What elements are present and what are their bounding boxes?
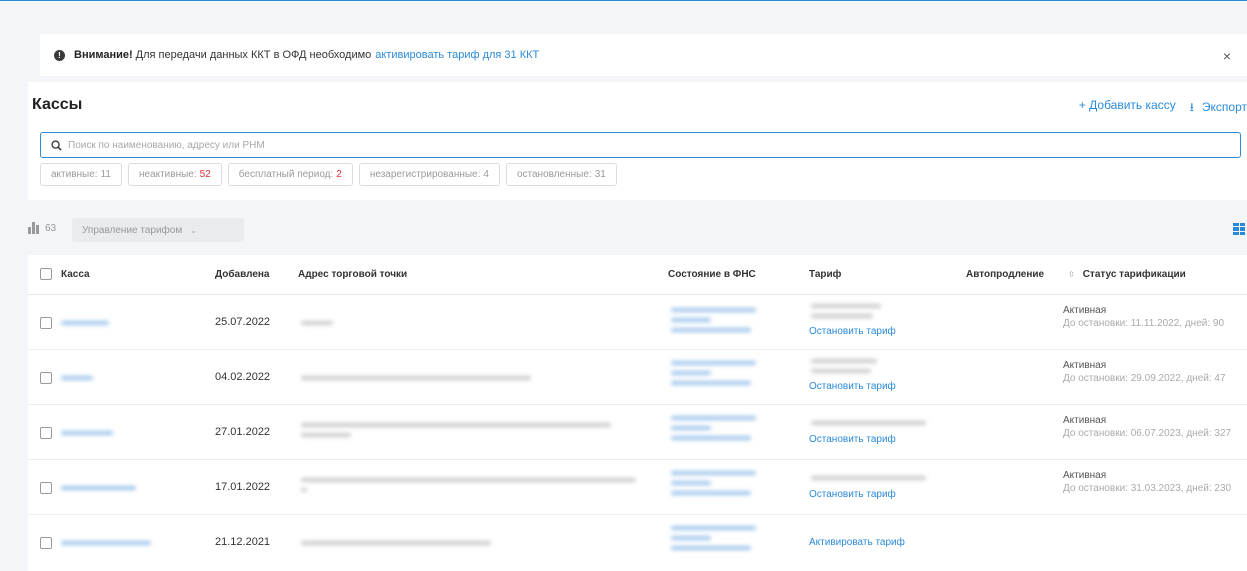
address xyxy=(301,423,621,437)
table-row: 27.01.2022 Остановить тариф Активная До … xyxy=(28,405,1247,460)
table-row: 25.07.2022 Остановить тариф Активная До … xyxy=(28,295,1247,350)
fns-status-link[interactable] xyxy=(671,526,756,550)
billing-status: Активная До остановки: 06.07.2023, дней:… xyxy=(1063,415,1232,439)
row-checkbox[interactable] xyxy=(40,317,52,329)
registers-table: Касса Добавлена Адрес торговой точки Сос… xyxy=(28,255,1247,571)
page-title: Кассы xyxy=(32,96,83,113)
activate-tariff-link[interactable]: Активировать тариф xyxy=(809,537,905,548)
filter-active[interactable]: активные: 11 xyxy=(40,163,122,186)
table-row: 04.02.2022 Остановить тариф Активная До … xyxy=(28,350,1247,405)
col-tariff[interactable]: Тариф xyxy=(809,269,841,280)
sort-icon: ⇳ xyxy=(1068,270,1075,279)
warning-icon: ! xyxy=(54,49,65,61)
register-name-link[interactable] xyxy=(61,541,151,545)
table-row: 17.01.2022 Остановить тариф Активная До … xyxy=(28,460,1247,515)
fns-status-link[interactable] xyxy=(671,308,756,332)
filter-unregistered[interactable]: незарегистрированные: 4 xyxy=(358,163,500,186)
table-toolbar: 63 Управление тарифом ⌄ xyxy=(28,215,1247,245)
billing-status: Активная До остановки: 31.03.2023, дней:… xyxy=(1063,470,1232,494)
added-date: 04.02.2022 xyxy=(215,371,271,383)
filter-stopped[interactable]: остановленные: 31 xyxy=(505,163,617,186)
register-name-link[interactable] xyxy=(61,431,113,435)
billing-status: Активная До остановки: 11.11.2022, дней:… xyxy=(1063,305,1225,329)
tariff-management-dropdown[interactable]: Управление тарифом ⌄ xyxy=(72,218,244,242)
added-date: 27.01.2022 xyxy=(215,426,271,438)
search-input[interactable] xyxy=(68,139,1218,151)
col-fns[interactable]: Состояние в ФНС xyxy=(668,269,756,280)
address xyxy=(301,321,333,325)
billing-status: Активная До остановки: 29.09.2022, дней:… xyxy=(1063,360,1226,384)
stop-tariff-link[interactable]: Остановить тариф xyxy=(809,381,896,392)
chevron-down-icon: ⌄ xyxy=(190,225,197,235)
export-button[interactable]: ⭳ Экспорт xyxy=(1190,98,1247,119)
fns-status-link[interactable] xyxy=(671,471,756,495)
added-date: 17.01.2022 xyxy=(215,481,271,493)
filter-free-period[interactable]: бесплатный период: 2 xyxy=(227,163,353,186)
col-address[interactable]: Адрес торговой точки xyxy=(298,269,407,280)
register-count: 63 xyxy=(28,222,56,234)
alert-title: Внимание! xyxy=(74,49,133,61)
col-billing[interactable]: ⇳ Статус тарификации xyxy=(1068,269,1186,280)
building-icon xyxy=(28,222,40,234)
stop-tariff-link[interactable]: Остановить тариф xyxy=(809,489,896,500)
added-date: 25.07.2022 xyxy=(215,316,271,328)
filter-chips: активные: 11 неактивные: 52 бесплатный пер… xyxy=(40,163,617,186)
stop-tariff-link[interactable]: Остановить тариф xyxy=(809,326,896,337)
added-date: 21.12.2021 xyxy=(215,536,271,548)
search-icon xyxy=(51,139,62,151)
fns-status-link[interactable] xyxy=(671,361,756,385)
export-label: Экспорт xyxy=(1201,100,1247,114)
col-added[interactable]: Добавлена xyxy=(215,269,270,280)
address xyxy=(301,541,491,545)
fns-status-link[interactable] xyxy=(671,416,756,440)
row-checkbox[interactable] xyxy=(40,427,52,439)
stop-tariff-link[interactable]: Остановить тариф xyxy=(809,434,896,445)
table-row: 21.12.2021 Активировать тариф xyxy=(28,515,1247,570)
row-checkbox[interactable] xyxy=(40,372,52,384)
tariff-name xyxy=(811,421,931,425)
tariff-name xyxy=(811,304,881,318)
address xyxy=(301,376,531,380)
register-name-link[interactable] xyxy=(61,376,93,380)
col-autorenew[interactable]: Автопродление xyxy=(966,269,1044,280)
top-border xyxy=(0,0,1247,4)
search-box[interactable] xyxy=(40,132,1241,158)
alert-banner: ! Внимание! Для передачи данных ККТ в ОФ… xyxy=(40,34,1247,76)
table-header: Касса Добавлена Адрес торговой точки Сос… xyxy=(28,255,1247,295)
alert-text: Для передачи данных ККТ в ОФД необходимо xyxy=(135,49,372,61)
address xyxy=(301,478,641,492)
header-actions: + Добавить кассу ⭳ Экспорт xyxy=(1079,98,1247,119)
cash-registers-panel: Кассы + Добавить кассу ⭳ Экспорт активные… xyxy=(28,82,1247,200)
close-icon[interactable]: × xyxy=(1223,48,1231,64)
tariff-name xyxy=(811,476,931,480)
row-checkbox[interactable] xyxy=(40,537,52,549)
add-register-button[interactable]: + Добавить кассу xyxy=(1079,98,1176,119)
activate-tariff-link[interactable]: активировать тариф для 31 ККТ xyxy=(375,49,539,61)
select-all-checkbox[interactable] xyxy=(40,268,52,280)
col-kassa[interactable]: Касса xyxy=(61,269,90,280)
download-icon: ⭳ xyxy=(1189,100,1194,114)
filter-inactive[interactable]: неактивные: 52 xyxy=(127,163,222,186)
row-checkbox[interactable] xyxy=(40,482,52,494)
tariff-name xyxy=(811,359,881,373)
grid-view-icon[interactable] xyxy=(1233,223,1245,235)
register-name-link[interactable] xyxy=(61,486,136,490)
register-name-link[interactable] xyxy=(61,321,109,325)
